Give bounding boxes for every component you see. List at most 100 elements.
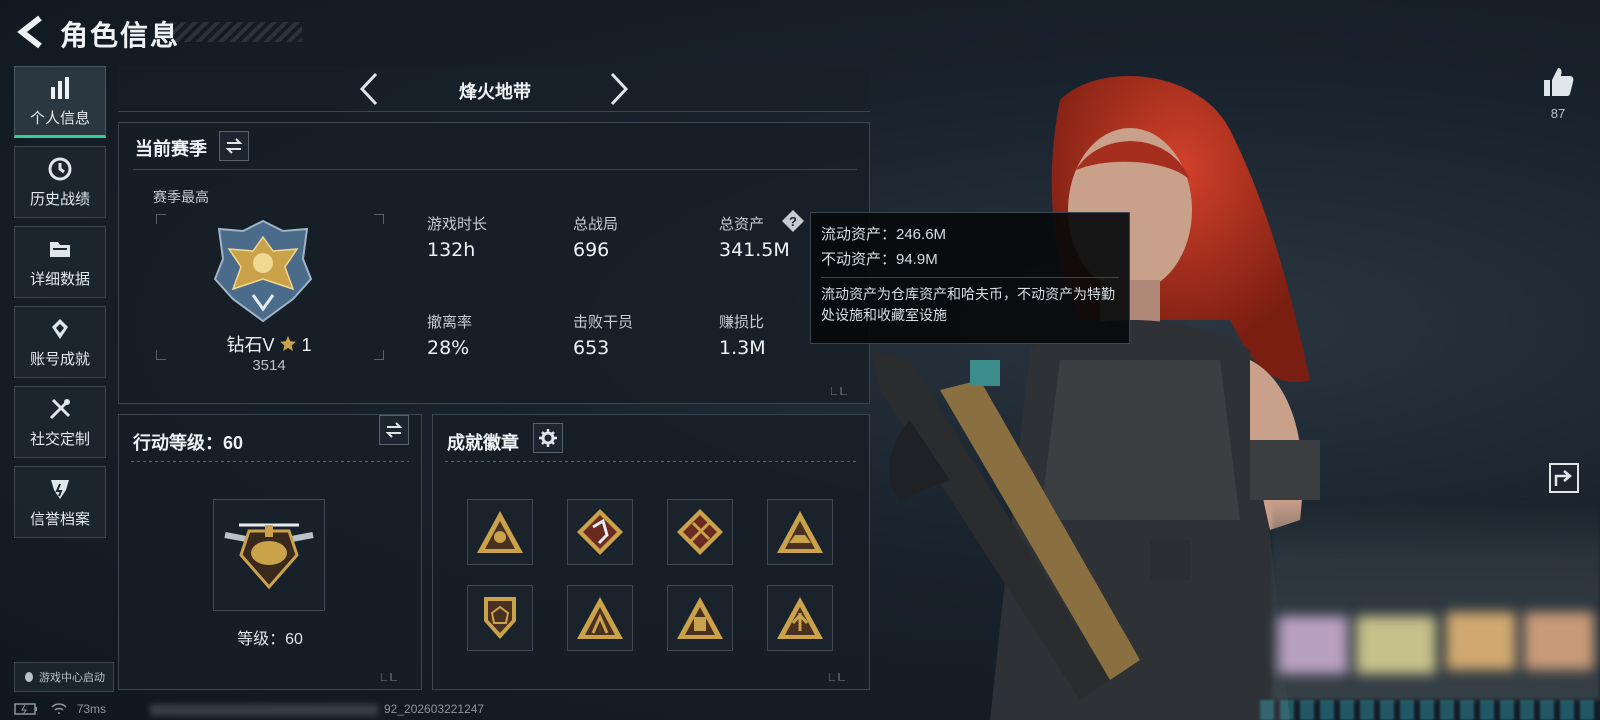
assets-tooltip: 流动资产：246.6M 不动资产：94.9M 流动资产为仓库资产和哈夫币，不动资… — [810, 212, 1130, 344]
sidebar-item-credit[interactable]: 信誉档案 — [14, 466, 106, 538]
achievement-badges-panel: 成就徽章 — [432, 414, 870, 690]
assets-help-button[interactable]: ? — [781, 209, 805, 233]
tooltip-description: 流动资产为仓库资产和哈夫币，不动资产为特勤处设施和收藏室设施 — [821, 285, 1115, 324]
badge-4-icon — [777, 511, 823, 553]
gear-icon — [539, 429, 557, 447]
sidebar-item-label: 个人信息 — [29, 109, 90, 127]
sidebar-item-social[interactable]: 社交定制 — [14, 386, 106, 458]
rank-score: 3514 — [252, 357, 286, 374]
tooltip-divider — [821, 276, 1119, 278]
page-title: 角色信息 — [60, 20, 181, 51]
stat-value-assets: 341.5M — [719, 239, 790, 261]
back-button[interactable] — [14, 14, 48, 50]
corner-decoration — [829, 673, 845, 681]
sidebar-item-profile[interactable]: 个人信息 — [14, 66, 106, 138]
achievement-icon — [52, 318, 68, 339]
badge-2-icon — [577, 509, 623, 555]
game-center-button[interactable]: 游戏中心启动 — [14, 662, 114, 692]
chevron-left-icon — [359, 72, 378, 106]
like-count: 87 — [1550, 106, 1566, 121]
title-decoration — [170, 22, 302, 42]
season-switch-button[interactable] — [219, 131, 249, 161]
badge-7-icon — [677, 597, 723, 639]
swap-icon — [225, 138, 243, 154]
battery-icon — [14, 703, 37, 715]
stat-label-playtime: 游戏时长 — [427, 216, 488, 233]
share-icon — [1549, 463, 1579, 493]
sidebar-item-details[interactable]: 详细数据 — [14, 226, 106, 298]
like-button[interactable] — [1540, 64, 1576, 100]
star-icon — [280, 336, 296, 351]
badges-title: 成就徽章 — [447, 433, 519, 453]
season-panel: 当前赛季 赛季最高 钻石V 1 3514 游戏时长 132h 总战局 696 总… — [118, 122, 870, 404]
sidebar-item-achievements[interactable]: 账号成就 — [14, 306, 106, 378]
divider — [131, 461, 409, 462]
svg-text:?: ? — [789, 214, 797, 229]
divider — [133, 169, 857, 170]
mode-prev-button[interactable] — [354, 70, 384, 108]
achievement-badge[interactable] — [667, 585, 733, 651]
stat-label-matches: 总战局 — [573, 216, 619, 233]
season-title: 当前赛季 — [135, 139, 207, 159]
mode-next-button[interactable] — [604, 70, 634, 108]
helicopter-emblem-icon — [224, 523, 314, 590]
badge-3-icon — [677, 509, 723, 555]
badges-settings-button[interactable] — [533, 423, 563, 453]
sidebar-item-label: 历史战绩 — [29, 190, 90, 208]
blurred-thumbnail — [1446, 612, 1516, 670]
wifi-icon — [51, 703, 67, 714]
sidebar-item-label: 账号成就 — [29, 350, 90, 368]
sidebar-item-history[interactable]: 历史战绩 — [14, 146, 106, 218]
season-best-label: 赛季最高 — [153, 189, 209, 205]
blurred-thumbnail — [1356, 616, 1436, 674]
achievement-badge[interactable] — [467, 499, 533, 565]
ping-text: 73ms — [76, 702, 107, 716]
achievement-badge[interactable] — [667, 499, 733, 565]
history-icon — [48, 157, 72, 180]
tools-icon — [49, 398, 71, 419]
achievement-badge[interactable] — [767, 499, 833, 565]
badge-5-icon — [484, 597, 516, 639]
stat-value-matches: 696 — [573, 239, 610, 261]
divider — [445, 461, 857, 462]
rank-name: 钻石V — [226, 335, 275, 355]
game-center-label: 游戏中心启动 — [39, 672, 105, 684]
floor-decoration — [1260, 700, 1600, 720]
achievement-badge[interactable] — [467, 585, 533, 651]
sidebar-item-label: 社交定制 — [29, 430, 90, 448]
achievement-badge[interactable] — [567, 585, 633, 651]
badge-1-icon — [477, 511, 523, 553]
back-arrow-icon — [17, 15, 42, 49]
chevron-right-icon — [610, 72, 629, 106]
bar-chart-icon — [51, 76, 69, 99]
stat-value-kills: 653 — [573, 337, 610, 359]
corner-decoration — [831, 387, 847, 395]
share-button[interactable] — [1548, 462, 1580, 494]
stat-label-kills: 击败干员 — [573, 314, 634, 331]
swap-icon — [385, 422, 403, 438]
action-level-panel: 行动等级：60 等级：60 — [118, 414, 422, 690]
credit-icon — [51, 479, 69, 499]
stat-value-playtime: 132h — [427, 239, 476, 261]
thumbs-up-icon — [1544, 68, 1574, 96]
build-id-text: 92_20260322124​7 — [384, 702, 485, 716]
rank-emblem-icon — [213, 219, 313, 323]
action-level-switch-button[interactable] — [379, 415, 409, 445]
achievement-badge[interactable] — [767, 585, 833, 651]
action-level-text: 等级：60 — [237, 631, 303, 648]
corner-decoration — [381, 673, 397, 681]
action-level-badge — [213, 499, 325, 611]
sidebar-item-label: 信誉档案 — [29, 510, 90, 528]
blurred-thumbnail — [1278, 616, 1348, 674]
badge-6-icon — [577, 597, 623, 639]
redacted-region — [150, 704, 378, 716]
stat-label-extract-rate: 撤离率 — [427, 314, 473, 331]
rank-name-row: 钻石V 1 — [219, 331, 319, 357]
rank-stars: 1 — [301, 335, 312, 355]
stat-value-extract-rate: 28% — [427, 337, 470, 359]
stat-label-profit-ratio: 赚损比 — [719, 314, 765, 331]
achievement-badge[interactable] — [567, 499, 633, 565]
action-level-title: 行动等级：60 — [133, 433, 244, 453]
blurred-thumbnail — [1524, 612, 1594, 670]
folder-icon — [50, 241, 70, 257]
